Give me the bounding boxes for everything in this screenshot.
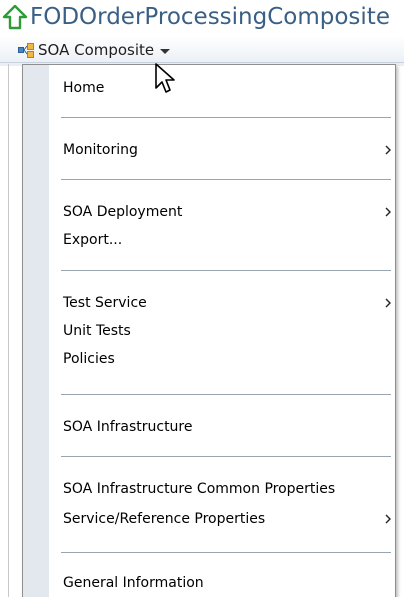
menu-item-label: Monitoring: [63, 142, 138, 158]
menu-item-label: SOA Infrastructure Common Properties: [63, 481, 336, 497]
submenu-arrow-icon: [385, 145, 391, 155]
soa-composite-dropdown-menu: Home Monitoring SOA Deployment Export...…: [22, 64, 396, 597]
menu-item-label: Service/Reference Properties: [63, 511, 266, 527]
menu-button-label: SOA Composite: [38, 41, 155, 59]
menu-item-service-reference-properties[interactable]: Service/Reference Properties: [49, 506, 395, 532]
menu-item-general-information[interactable]: General Information: [49, 570, 395, 596]
soa-composite-menu-button[interactable]: SOA Composite: [18, 39, 171, 61]
menu-item-label: Export...: [63, 232, 123, 248]
page: FODOrderProcessingComposite SOA Composit…: [0, 0, 404, 597]
menu-separator: [61, 456, 391, 457]
menu-item-unit-tests[interactable]: Unit Tests: [49, 318, 395, 344]
menu-item-label: Unit Tests: [63, 323, 131, 339]
menu-item-export[interactable]: Export...: [49, 227, 395, 253]
menu-gutter: [23, 65, 49, 597]
menu-item-label: Home: [63, 80, 105, 96]
menu-item-monitoring[interactable]: Monitoring: [49, 137, 395, 163]
panel-edge: [8, 64, 9, 597]
menu-separator: [61, 179, 391, 180]
menu-item-soa-deployment[interactable]: SOA Deployment: [49, 199, 395, 225]
menu-separator: [61, 552, 391, 553]
menu-separator: [61, 394, 391, 395]
menu-item-label: General Information: [63, 575, 204, 591]
menu-item-soa-infrastructure[interactable]: SOA Infrastructure: [49, 414, 395, 440]
menu-item-soa-infrastructure-common-properties[interactable]: SOA Infrastructure Common Properties: [49, 476, 395, 502]
menu-item-label: SOA Deployment: [63, 204, 183, 220]
menu-item-home[interactable]: Home: [49, 75, 395, 101]
menu-item-label: SOA Infrastructure: [63, 419, 193, 435]
menu-item-label: Policies: [63, 351, 115, 367]
submenu-arrow-icon: [385, 514, 391, 524]
page-title: FODOrderProcessingComposite: [30, 4, 390, 30]
chevron-down-icon: [160, 49, 171, 54]
mouse-pointer-icon: [155, 63, 175, 93]
toolbar-divider: [0, 62, 404, 63]
submenu-arrow-icon: [385, 298, 391, 308]
submenu-arrow-icon: [385, 207, 391, 217]
menu-item-policies[interactable]: Policies: [49, 346, 395, 372]
title-row: FODOrderProcessingComposite: [0, 0, 404, 34]
menu-separator: [61, 117, 391, 118]
composite-icon: [18, 42, 34, 58]
menu-item-test-service[interactable]: Test Service: [49, 290, 395, 316]
menu-item-label: Test Service: [63, 295, 147, 311]
menu-separator: [61, 270, 391, 271]
up-arrow-home-icon[interactable]: [2, 4, 28, 30]
